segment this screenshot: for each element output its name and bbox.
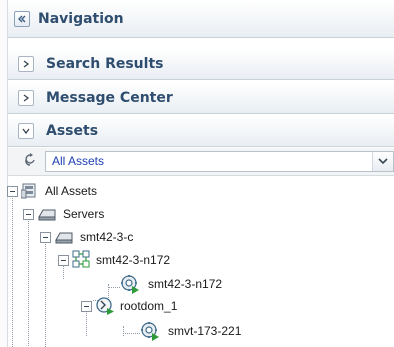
tree-node-servers[interactable]: Servers [8,203,308,225]
chevron-down-icon [22,128,30,134]
collapse-toggle[interactable] [18,122,34,139]
tree-node-label: smt42-3-n172 [148,277,223,291]
tree-node-smt42-3-n172[interactable]: smt42-3-n172 [8,273,308,295]
collapse-panel-button[interactable] [14,10,30,27]
collapse-node-button[interactable] [58,255,69,266]
section-label: Search Results [46,56,164,72]
domain-icon [96,297,114,315]
tree-node-smt42-3-n172-group[interactable]: smt42-3-n172 [8,249,308,271]
all-assets-icon [21,183,36,199]
section-assets[interactable]: Assets [8,115,394,147]
collapse-node-button[interactable] [40,232,51,243]
collapse-node-button[interactable] [23,209,34,220]
panel-edge [0,0,8,347]
tree-node-label: smt42-3-n172 [96,253,171,267]
section-search-results[interactable]: Search Results [8,49,394,80]
dropdown-button[interactable] [372,152,393,171]
refresh-icon[interactable] [24,153,38,169]
cluster-icon [72,250,90,268]
asset-view-select[interactable]: All Assets [45,151,394,172]
tree-node-label: smvt-173-221 [168,324,242,338]
tree-node-label: smt42-3-c [80,230,134,244]
navigation-panel: Navigation Search Results Message Center… [0,0,394,347]
asset-view-selector-row: All Assets [8,148,394,176]
section-label: Message Center [46,89,173,106]
navigation-title: Navigation [38,10,124,27]
chevron-right-icon [23,93,30,102]
tree-node-smt42-3-c[interactable]: smt42-3-c [8,226,308,248]
tree-node-label: All Assets [45,184,98,198]
collapse-node-button[interactable] [7,186,18,197]
asset-tree: All Assets Servers smt42-3-c smt42-3-n17… [7,176,394,347]
tree-node-all-assets[interactable]: All Assets [7,180,308,202]
tree-node-label: Servers [63,207,105,221]
server-group-icon [38,209,56,221]
chevron-right-icon [23,60,30,68]
expand-toggle[interactable] [18,56,34,72]
section-label: Assets [46,122,99,139]
tree-node-smvt-173-221[interactable]: smvt-173-221 [8,320,308,342]
expand-toggle[interactable] [18,89,34,106]
section-message-center[interactable]: Message Center [8,82,394,114]
navigation-header: Navigation [8,0,394,38]
gear-run-icon [141,322,159,341]
chevron-down-icon [378,158,388,165]
gear-run-icon [121,275,139,294]
tree-node-rootdom-1[interactable]: rootdom_1 [8,295,308,317]
asset-view-value: All Assets [52,154,105,168]
tree-node-label: rootdom_1 [120,299,178,313]
collapse-node-button[interactable] [81,301,92,312]
server-icon [55,232,73,244]
double-chevron-left-icon [18,15,26,22]
